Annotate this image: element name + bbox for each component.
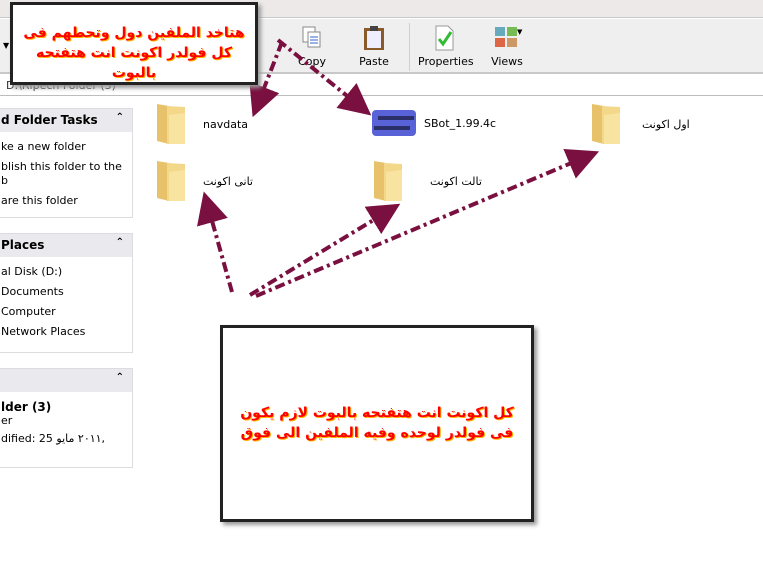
arrow — [255, 149, 600, 298]
arrow — [197, 191, 234, 293]
arrow — [249, 41, 284, 118]
callout-bottom: كل اكونت انت هتفتحه بالبوت لازم يكون فى … — [220, 325, 534, 522]
arrow — [276, 38, 372, 116]
callout-top: هتاخد الملفين دول وتحطهم فى كل فولدر اكو… — [10, 2, 258, 85]
callout-text: كل اكونت انت هتفتحه بالبوت لازم يكون فى … — [240, 405, 514, 441]
arrow — [248, 203, 401, 297]
callout-text: هتاخد الملفين دول وتحطهم فى كل فولدر اكو… — [23, 25, 245, 81]
